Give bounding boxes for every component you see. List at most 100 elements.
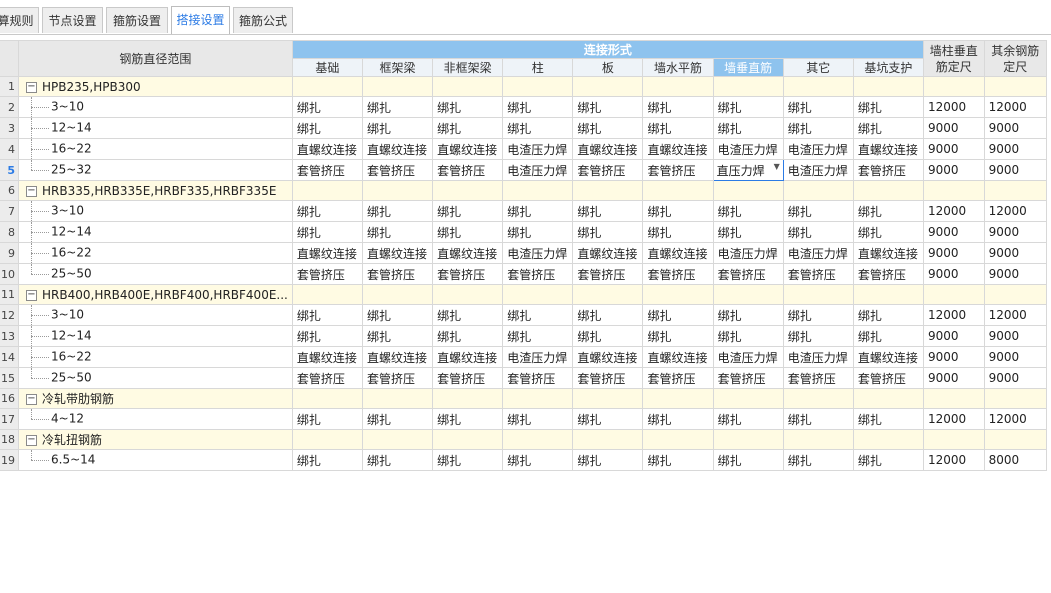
connection-cell[interactable]: 直螺纹连接	[572, 346, 644, 368]
connection-cell[interactable]: 绑扎	[291, 304, 363, 326]
connection-cell[interactable]: 绑扎	[291, 117, 363, 139]
connection-cell[interactable]	[361, 388, 434, 409]
connection-cell[interactable]	[291, 180, 363, 201]
connection-cell[interactable]: 绑扎	[572, 304, 644, 326]
connection-cell[interactable]	[361, 180, 434, 201]
connection-cell[interactable]: 套管挤压	[502, 263, 574, 285]
category-row[interactable]: 16− 冷轧带肋钢筋	[0, 388, 1048, 409]
connection-cell[interactable]: 绑扎	[642, 449, 714, 471]
connection-cell[interactable]: 绑扎	[502, 304, 574, 326]
connection-cell[interactable]	[502, 284, 574, 305]
connection-cell[interactable]	[572, 180, 644, 201]
collapse-icon[interactable]: −	[26, 435, 37, 446]
other-length-cell[interactable]: 9000	[983, 242, 1048, 264]
connection-cell[interactable]: 绑扎	[852, 408, 924, 430]
connection-cell[interactable]: 绑扎	[291, 325, 363, 347]
wall-length-cell[interactable]: 12000	[922, 408, 985, 430]
table-row[interactable]: 4 16~22 直螺纹连接 直螺纹连接 直螺纹连接 电渣压力焊 直螺纹连接 直螺纹连接 电渣压力…	[0, 138, 1048, 160]
connection-cell[interactable]	[712, 180, 784, 201]
connection-cell[interactable]: 绑扎	[572, 96, 644, 118]
connection-cell[interactable]: 套管挤压	[642, 367, 714, 389]
connection-cell[interactable]: 直螺纹连接	[432, 242, 504, 264]
table-row[interactable]: 2 3~10 绑扎 绑扎 绑扎 绑扎 绑扎 绑扎 绑扎 绑扎 绑扎 12000 12000	[0, 96, 1048, 118]
connection-cell[interactable]: 电渣压力焊	[712, 346, 784, 368]
connection-cell[interactable]	[432, 76, 504, 97]
connection-cell[interactable]: 电渣压力焊	[782, 242, 854, 264]
connection-cell[interactable]: 套管挤压	[852, 263, 924, 285]
connection-cell[interactable]	[852, 429, 924, 450]
connection-cell[interactable]	[361, 76, 434, 97]
wall-length-cell[interactable]: 9000	[922, 159, 985, 181]
connection-cell[interactable]: 绑扎	[361, 325, 434, 347]
connection-cell[interactable]: 绑扎	[361, 408, 434, 430]
connection-cell[interactable]: 套管挤压	[502, 367, 574, 389]
tab-lap-settings[interactable]: 搭接设置	[171, 6, 230, 34]
connection-cell[interactable]: 直螺纹连接	[361, 346, 434, 368]
tab-stirrup-formula[interactable]: 箍筋公式	[233, 7, 293, 33]
wall-length-cell[interactable]	[922, 388, 985, 409]
wall-length-cell[interactable]: 12000	[922, 449, 985, 471]
connection-cell[interactable]	[642, 388, 714, 409]
connection-cell[interactable]: 绑扎	[291, 449, 363, 471]
connection-cell[interactable]: 绑扎	[852, 117, 924, 139]
other-length-cell[interactable]: 9000	[983, 263, 1048, 285]
connection-cell[interactable]: 绑扎	[361, 200, 434, 222]
connection-cell[interactable]: 直螺纹连接	[572, 242, 644, 264]
wall-length-cell[interactable]	[922, 180, 985, 201]
connection-cell[interactable]	[502, 388, 574, 409]
wall-length-cell[interactable]: 9000	[922, 346, 985, 368]
connection-cell[interactable]: 直螺纹连接	[642, 138, 714, 160]
category-row[interactable]: 18− 冷轧扭钢筋	[0, 429, 1048, 450]
collapse-icon[interactable]: −	[26, 81, 37, 93]
other-length-cell[interactable]: 9000	[983, 325, 1048, 347]
chevron-down-icon[interactable]: ▼	[774, 162, 780, 171]
connection-cell[interactable]: 绑扎	[852, 304, 924, 326]
other-length-cell[interactable]: 12000	[983, 304, 1048, 326]
category-row[interactable]: 6− HRB335,HRB335E,HRBF335,HRBF335E	[0, 180, 1048, 201]
other-length-cell[interactable]: 9000	[983, 346, 1048, 368]
tab-node-settings[interactable]: 节点设置	[42, 7, 103, 33]
connection-cell[interactable]: 绑扎	[642, 221, 714, 243]
connection-cell[interactable]: 直螺纹连接	[361, 138, 434, 160]
connection-cell[interactable]: 绑扎	[852, 325, 924, 347]
connection-cell[interactable]: 直螺纹连接	[642, 242, 714, 264]
connection-cell[interactable]: 套管挤压	[361, 159, 434, 181]
connection-cell[interactable]: 套管挤压	[361, 263, 434, 285]
other-length-cell[interactable]: 9000	[983, 138, 1048, 160]
connection-cell[interactable]: 套管挤压	[712, 367, 784, 389]
other-length-cell[interactable]	[983, 388, 1048, 409]
connection-cell[interactable]: 绑扎	[432, 304, 504, 326]
table-row[interactable]: 17 4~12 绑扎 绑扎 绑扎 绑扎 绑扎 绑扎 绑扎 绑扎 绑扎 12000 12000	[0, 408, 1048, 430]
wall-length-cell[interactable]: 9000	[922, 221, 985, 243]
connection-cell[interactable]: 绑扎	[502, 325, 574, 347]
connection-cell[interactable]: 绑扎	[291, 221, 363, 243]
table-row[interactable]: 5 25~32 套管挤压 套管挤压 套管挤压 电渣压力焊 套管挤压 套管挤压 直压力焊 ▼ 电渣压力…	[0, 159, 1048, 181]
other-length-cell[interactable]	[983, 429, 1048, 450]
connection-cell[interactable]: 绑扎	[432, 408, 504, 430]
connection-cell[interactable]: 绑扎	[572, 221, 644, 243]
category-row[interactable]: 11− HRB400,HRB400E,HRBF400,HRBF400E...	[0, 284, 1048, 305]
connection-cell[interactable]: 绑扎	[782, 449, 854, 471]
connection-cell[interactable]: 直螺纹连接	[432, 138, 504, 160]
connection-cell[interactable]: 绑扎	[852, 449, 924, 471]
wall-length-cell[interactable]: 12000	[922, 304, 985, 326]
connection-cell[interactable]: 套管挤压	[432, 263, 504, 285]
wall-length-cell[interactable]	[922, 284, 985, 305]
connection-cell[interactable]: 绑扎	[712, 325, 784, 347]
connection-cell[interactable]	[361, 429, 434, 450]
connection-cell[interactable]: 电渣压力焊	[502, 242, 574, 264]
connection-cell[interactable]: 套管挤压	[852, 367, 924, 389]
connection-cell[interactable]	[852, 388, 924, 409]
connection-cell[interactable]	[642, 76, 714, 97]
connection-cell[interactable]: 直螺纹连接	[432, 346, 504, 368]
connection-cell[interactable]: 直螺纹连接	[642, 346, 714, 368]
table-row[interactable]: 10 25~50 套管挤压 套管挤压 套管挤压 套管挤压 套管挤压 套管挤压 套管挤压 套管挤压套…	[0, 263, 1048, 285]
connection-cell[interactable]	[782, 429, 854, 450]
connection-cell[interactable]: 套管挤压	[432, 159, 504, 181]
connection-cell[interactable]: 绑扎	[642, 117, 714, 139]
connection-cell[interactable]: 绑扎	[361, 117, 434, 139]
connection-cell[interactable]	[642, 180, 714, 201]
connection-cell[interactable]: 电渣压力焊	[782, 159, 854, 181]
connection-cell[interactable]	[572, 76, 644, 97]
other-length-cell[interactable]: 9000	[983, 117, 1048, 139]
